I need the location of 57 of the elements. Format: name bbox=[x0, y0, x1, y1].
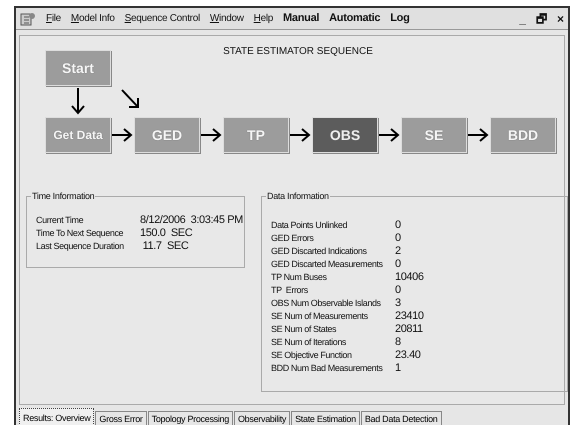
field-label: OBS Num Observable Islands bbox=[271, 297, 382, 310]
field-label: BDD Num Bad Measurements bbox=[271, 362, 384, 375]
arrow-icon bbox=[121, 89, 139, 108]
menu-item[interactable]: Model Info bbox=[70, 11, 115, 26]
field-value: 3 bbox=[395, 297, 401, 310]
field-label: GED Discarted Indications bbox=[271, 245, 368, 258]
field-value: 0 bbox=[395, 284, 401, 297]
menu-item[interactable]: Help bbox=[254, 11, 274, 26]
close-button[interactable]: × bbox=[556, 12, 564, 24]
tab[interactable]: Bad Data Detection bbox=[360, 411, 442, 425]
field-value: 8/12/2006 3:03:45 PM bbox=[140, 214, 243, 227]
field-value: 1 bbox=[395, 362, 401, 375]
field-label: SE Num of Iterations bbox=[271, 336, 348, 349]
tab[interactable]: Topology Processing bbox=[148, 411, 233, 425]
field-value: 2 bbox=[395, 245, 401, 258]
field-value: 10406 bbox=[395, 271, 424, 284]
arrow-icon bbox=[200, 128, 222, 142]
app-icon[interactable] bbox=[20, 10, 36, 26]
field-value: 0 bbox=[395, 219, 401, 232]
menu-item[interactable]: Sequence Control bbox=[124, 11, 200, 26]
restore-button[interactable]: 🗗 bbox=[536, 12, 547, 24]
mode-menu-item[interactable]: Automatic bbox=[329, 10, 380, 27]
mode-menu-item[interactable]: Log bbox=[390, 10, 410, 27]
arrow-icon bbox=[467, 128, 489, 142]
field-value: 23410 bbox=[395, 310, 424, 323]
field-label: GED Discarted Measurements bbox=[271, 258, 384, 271]
field-value: 11.7 SEC bbox=[142, 240, 188, 253]
stage-button[interactable]: OBS bbox=[312, 117, 378, 153]
tab[interactable]: Results: Overview bbox=[19, 408, 94, 425]
menu-item[interactable]: Window bbox=[210, 11, 244, 26]
field-label: Time To Next Sequence bbox=[36, 227, 124, 240]
arrow-icon bbox=[71, 87, 85, 115]
tab[interactable]: State Estimation bbox=[291, 411, 360, 425]
field-label: Current Time bbox=[36, 214, 84, 227]
field-label: SE Objective Function bbox=[271, 349, 353, 362]
field-label: SE Num of Measurements bbox=[271, 310, 369, 323]
field-value: 8 bbox=[395, 336, 401, 349]
mode-menu-item[interactable]: Manual bbox=[283, 10, 320, 27]
field-label: SE Num of States bbox=[271, 323, 338, 336]
menu-item[interactable]: File bbox=[46, 11, 61, 26]
field-value: 0 bbox=[395, 232, 401, 245]
field-label: Last Sequence Duration bbox=[36, 240, 125, 253]
arrow-icon bbox=[111, 128, 133, 142]
field-label: Data Points Unlinked bbox=[271, 219, 348, 232]
field-label: TP Errors bbox=[271, 284, 309, 297]
arrow-icon bbox=[378, 128, 400, 142]
minimize-button[interactable]: _ bbox=[519, 12, 526, 24]
field-value: 150.0 SEC bbox=[140, 227, 192, 240]
field-label: TP Num Buses bbox=[271, 271, 328, 284]
sequence-title: STATE ESTIMATOR SEQUENCE bbox=[222, 45, 374, 59]
field-value: 0 bbox=[395, 258, 401, 271]
field-value: 23.40 bbox=[395, 349, 421, 362]
tab[interactable]: Observability bbox=[234, 411, 290, 425]
tab[interactable]: Gross Error bbox=[95, 411, 147, 425]
arrow-icon bbox=[289, 128, 311, 142]
field-value: 20811 bbox=[395, 323, 423, 336]
field-label: GED Errors bbox=[271, 232, 315, 245]
